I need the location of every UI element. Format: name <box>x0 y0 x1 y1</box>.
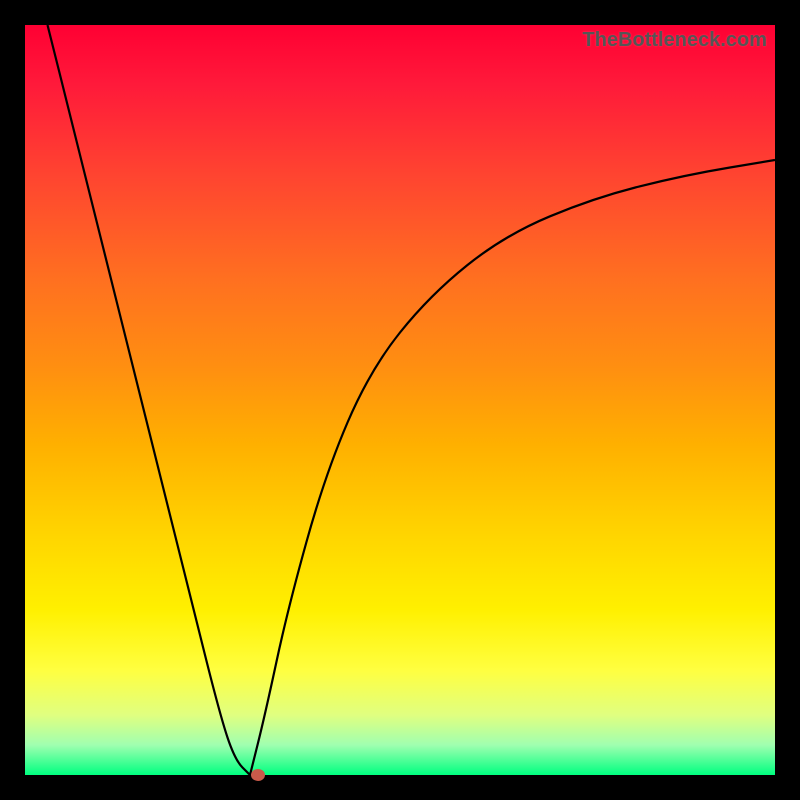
optimal-point-marker <box>251 769 265 781</box>
bottleneck-curve <box>25 25 775 775</box>
chart-area: TheBottleneck.com <box>25 25 775 775</box>
